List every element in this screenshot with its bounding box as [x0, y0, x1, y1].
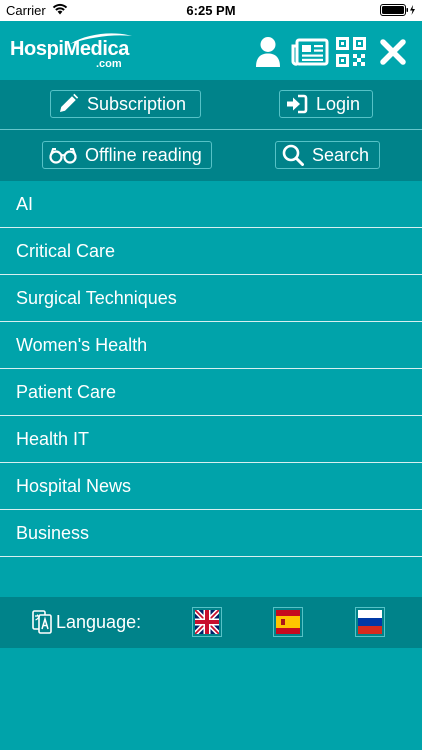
battery-icon	[380, 4, 415, 16]
menu-item-patient-care[interactable]: Patient Care	[0, 369, 422, 416]
menu-item-label: Hospital News	[16, 475, 132, 496]
russia-flag-icon	[358, 610, 382, 634]
language-bar: Language:	[0, 597, 422, 648]
account-actions-row: Subscription Login	[0, 80, 422, 130]
status-time: 6:25 PM	[186, 3, 236, 18]
russian-language-button[interactable]	[355, 607, 385, 637]
menu-item-ai[interactable]: AI	[0, 181, 422, 228]
translate-icon	[32, 610, 52, 634]
menu-item-business[interactable]: Business	[0, 510, 422, 557]
tools-actions-row: Offline reading Search	[0, 130, 422, 181]
user-icon[interactable]	[255, 36, 281, 68]
app-header: HospiMedica .com	[0, 21, 422, 80]
subscription-button[interactable]: Subscription	[50, 90, 201, 118]
english-language-button[interactable]	[192, 607, 222, 637]
spanish-language-button[interactable]	[273, 607, 303, 637]
search-label: Search	[312, 144, 370, 165]
menu-item-label: Business	[16, 522, 90, 543]
login-label: Login	[316, 93, 361, 114]
menu-item-label: AI	[16, 193, 34, 214]
spain-flag-icon	[276, 610, 300, 634]
menu-item-critical-care[interactable]: Critical Care	[0, 228, 422, 275]
menu-item-label: Patient Care	[16, 381, 117, 402]
empty-panel-area	[0, 648, 422, 750]
menu-item-label: Health IT	[16, 428, 90, 449]
hospimedica-logo[interactable]: HospiMedica .com	[10, 32, 132, 72]
pencil-icon	[60, 93, 79, 112]
newspaper-icon[interactable]	[291, 38, 329, 66]
category-menu: AI Critical Care Surgical Techniques Wom…	[0, 181, 422, 597]
offline-reading-button[interactable]: Offline reading	[42, 141, 212, 169]
menu-item-surgical-techniques[interactable]: Surgical Techniques	[0, 275, 422, 322]
login-button[interactable]: Login	[279, 90, 373, 118]
menu-item-label: Critical Care	[16, 240, 116, 261]
status-bar: Carrier 6:25 PM	[0, 0, 422, 21]
menu-item-womens-health[interactable]: Women's Health	[0, 322, 422, 369]
menu-item-label: Surgical Techniques	[16, 287, 177, 308]
language-label: Language:	[56, 612, 142, 632]
menu-item-label: Women's Health	[16, 334, 148, 355]
search-icon	[282, 144, 304, 166]
search-button[interactable]: Search	[275, 141, 380, 169]
close-icon[interactable]	[380, 39, 406, 65]
glasses-icon	[49, 148, 77, 164]
uk-flag-icon	[195, 610, 219, 634]
menu-item-health-it[interactable]: Health IT	[0, 416, 422, 463]
subscription-label: Subscription	[87, 93, 187, 114]
logo-suffix: .com	[96, 58, 122, 70]
qr-code-icon[interactable]	[336, 37, 366, 67]
sign-in-icon	[287, 94, 308, 114]
menu-item-hospital-news[interactable]: Hospital News	[0, 463, 422, 510]
offline-reading-label: Offline reading	[85, 144, 202, 165]
